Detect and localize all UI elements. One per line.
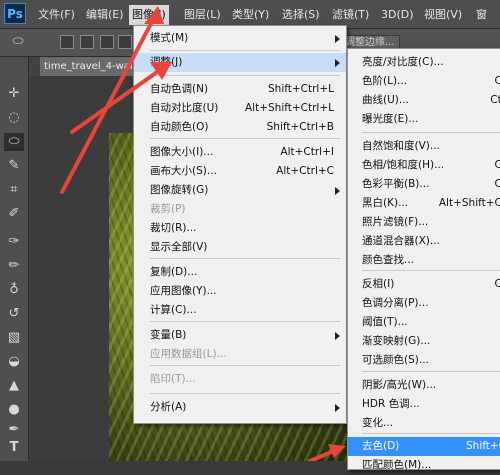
annotation-arrow-desaturate	[308, 444, 346, 461]
annotation-arrows	[60, 6, 346, 461]
annotation-arrow-adjust	[70, 62, 172, 134]
annotation-arrow-image-menu	[60, 6, 164, 194]
